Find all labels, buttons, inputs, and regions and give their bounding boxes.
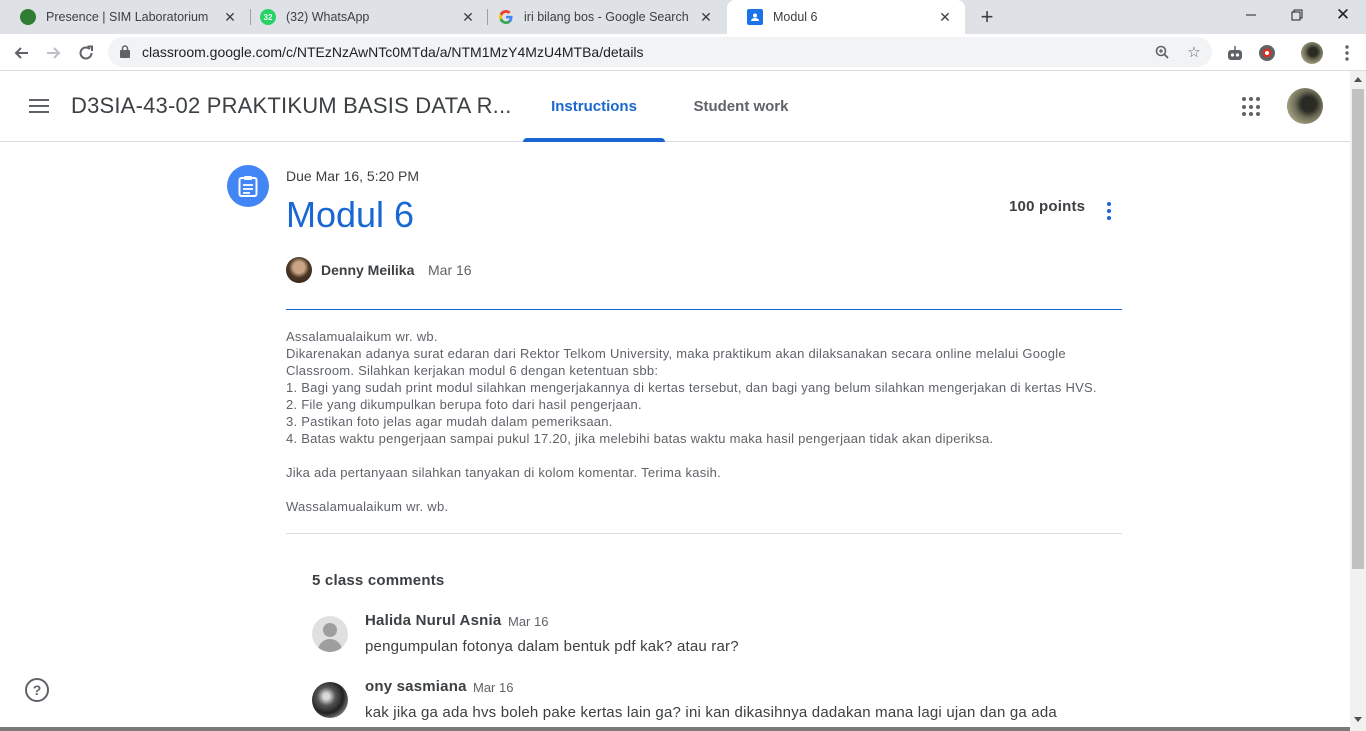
- globe-icon: [20, 9, 36, 25]
- minimize-icon[interactable]: [1228, 0, 1274, 30]
- close-icon[interactable]: ✕: [222, 9, 238, 25]
- author-avatar: [286, 257, 312, 283]
- comment-text: kak jika ga ada hvs boleh pake kertas la…: [365, 704, 1057, 721]
- close-icon[interactable]: ✕: [698, 9, 714, 25]
- assignment-points: 100 points: [1009, 198, 1086, 215]
- author-name: Denny Meilika: [321, 262, 415, 278]
- browser-tab-modul6[interactable]: Modul 6 ✕: [727, 0, 965, 34]
- chrome-menu-icon[interactable]: [1336, 42, 1358, 64]
- browser-tab-presence[interactable]: Presence | SIM Laboratorium ✕: [0, 0, 250, 34]
- new-tab-plus-icon[interactable]: +: [975, 4, 999, 29]
- commenter-avatar: [312, 682, 348, 718]
- account-avatar[interactable]: [1287, 88, 1323, 124]
- page-scrollbar[interactable]: [1350, 71, 1366, 731]
- browser-tab-whatsapp[interactable]: 32 (32) WhatsApp ✕: [240, 0, 488, 34]
- back-arrow-icon[interactable]: [7, 39, 35, 67]
- title-divider: [286, 309, 1122, 310]
- tab-title: (32) WhatsApp: [286, 10, 370, 24]
- browser-tab-strip: Presence | SIM Laboratorium ✕ 32 (32) Wh…: [0, 0, 1366, 34]
- classroom-icon: [747, 9, 763, 25]
- zoom-icon[interactable]: [1152, 42, 1172, 62]
- google-icon: [498, 9, 514, 25]
- close-icon[interactable]: ✕: [937, 9, 953, 25]
- instruction-line: 3. Pastikan foto jelas agar mudah dalam …: [286, 414, 613, 429]
- extension-record-icon[interactable]: [1256, 42, 1278, 64]
- instruction-line: 4. Batas waktu pengerjaan sampai pukul 1…: [286, 431, 994, 446]
- classroom-header: D3SIA-43-02 PRAKTIKUM BASIS DATA R... In…: [0, 71, 1350, 142]
- instruction-line: Dikarenakan adanya surat edaran dari Rek…: [286, 346, 1070, 378]
- comment-date: Mar 16: [508, 614, 549, 629]
- scroll-up-icon[interactable]: [1354, 77, 1362, 82]
- extension-robot-icon[interactable]: [1224, 42, 1246, 64]
- reload-icon[interactable]: [72, 39, 100, 67]
- tab-title: iri bilang bos - Google Search: [524, 10, 689, 24]
- help-icon[interactable]: ?: [25, 678, 49, 702]
- instruction-line: 1. Bagi yang sudah print modul silahkan …: [286, 380, 1097, 395]
- window-close-icon[interactable]: ✕: [1320, 0, 1366, 30]
- browser-toolbar: classroom.google.com/c/NTEzNzAwNTc0MTda/…: [0, 34, 1366, 71]
- restore-icon[interactable]: [1274, 0, 1320, 30]
- forward-arrow-icon[interactable]: [40, 39, 68, 67]
- browser-tab-google-search[interactable]: iri bilang bos - Google Search ✕: [478, 0, 726, 34]
- tab-title: Presence | SIM Laboratorium: [46, 10, 209, 24]
- class-title[interactable]: D3SIA-43-02 PRAKTIKUM BASIS DATA R...: [71, 93, 512, 119]
- lock-icon: [120, 45, 130, 58]
- profile-avatar[interactable]: [1301, 42, 1323, 64]
- comment-text: pengumpulan fotonya dalam bentuk pdf kak…: [365, 638, 739, 655]
- commenter-name: Halida Nurul Asnia: [365, 612, 502, 629]
- due-date: Due Mar 16, 5:20 PM: [286, 168, 420, 184]
- scroll-down-icon[interactable]: [1354, 717, 1362, 722]
- whatsapp-icon: 32: [260, 9, 276, 25]
- commenter-avatar: [312, 616, 348, 652]
- url-text: classroom.google.com/c/NTEzNzAwNTc0MTda/…: [142, 44, 644, 60]
- close-icon[interactable]: ✕: [460, 9, 476, 25]
- scrollbar-thumb[interactable]: [1352, 89, 1364, 569]
- tab-title: Modul 6: [773, 10, 818, 24]
- star-bookmark-icon[interactable]: ☆: [1184, 42, 1204, 62]
- main-menu-icon[interactable]: [26, 95, 52, 117]
- tab-instructions[interactable]: Instructions: [523, 71, 665, 142]
- commenter-name: ony sasmiana: [365, 678, 467, 695]
- whatsapp-badge: 32: [263, 12, 273, 22]
- instruction-line: 2. File yang dikumpulkan berupa foto dar…: [286, 397, 642, 412]
- assignment-title: Modul 6: [286, 194, 415, 235]
- tab-student-work[interactable]: Student work: [672, 71, 810, 142]
- posted-date: Mar 16: [428, 262, 472, 278]
- taskbar-edge: [0, 727, 1350, 731]
- google-apps-icon[interactable]: [1242, 97, 1262, 117]
- instruction-line: Assalamualaikum wr. wb.: [286, 329, 438, 344]
- instruction-line: [286, 447, 1126, 464]
- instruction-line: [286, 481, 1126, 498]
- content-divider: [286, 533, 1122, 534]
- assignment-instructions: Assalamualaikum wr. wb. Dikarenakan adan…: [286, 328, 1126, 515]
- instruction-line: Jika ada pertanyaan silahkan tanyakan di…: [286, 465, 721, 480]
- more-options-icon[interactable]: [1101, 200, 1117, 222]
- address-bar[interactable]: classroom.google.com/c/NTEzNzAwNTc0MTda/…: [108, 37, 1212, 67]
- instruction-line: Wassalamualaikum wr. wb.: [286, 499, 449, 514]
- assignment-icon: [227, 165, 269, 207]
- class-comments-heading[interactable]: 5 class comments: [312, 572, 444, 589]
- comment-date: Mar 16: [473, 680, 514, 695]
